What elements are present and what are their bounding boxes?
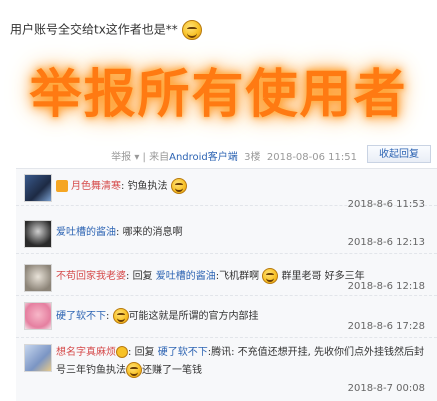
post-text: 用户账号全交给tx这作者也是** [10, 22, 178, 37]
avatar[interactable] [24, 174, 52, 202]
reply-text: :腾讯: 不充值还想开挂, 先收你们点外挂钱然后封 [207, 347, 425, 358]
reply-text: 还赚了一笔钱 [142, 365, 202, 376]
reply-username[interactable]: 硬了软不下 [56, 311, 106, 322]
reply-to-user[interactable]: 硬了软不下 [158, 347, 208, 358]
post-text-line: 用户账号全交给tx这作者也是** [10, 20, 202, 40]
reply-username[interactable]: 爱吐槽的酱油 [56, 227, 116, 238]
reply-text: 号三年钓鱼执法 [56, 365, 126, 376]
smiley-emoji-icon [170, 178, 187, 194]
smiley-emoji-icon [126, 362, 142, 378]
collapse-reply-button[interactable]: 收起回复 [367, 145, 431, 163]
post-meta-bar: 举报 ▾ | 来自Android客户端 3楼 2018-08-06 11:51 … [0, 144, 437, 164]
reply-time: 2018-8-6 12:18 [347, 281, 425, 292]
reply-item: 硬了软不下: 可能这就是所谓的官方内部挂 2018-8-6 17:28 [16, 297, 437, 338]
report-link[interactable]: 举报 [111, 152, 131, 163]
reply-prefix: 回复 [132, 271, 153, 282]
reply-to-user[interactable]: 爱吐槽的酱油 [156, 271, 216, 282]
reply-time: 2018-8-6 11:53 [347, 199, 425, 210]
avatar[interactable] [24, 220, 52, 248]
reply-time: 2018-8-6 12:13 [347, 237, 425, 248]
reply-text: :飞机群啊 [215, 271, 260, 282]
reply-username[interactable]: 不苟回家我老婆 [56, 271, 126, 282]
avatar[interactable] [24, 344, 52, 372]
post-datetime: 2018-08-06 11:51 [266, 152, 357, 163]
reply-item: 爱吐槽的酱油: 哪来的消息啊 2018-8-6 12:13 [16, 215, 437, 254]
from-label: 来自 [149, 152, 170, 163]
reply-item: 不苟回家我老婆: 回复 爱吐槽的酱油:飞机群啊 群里老哥 好多三年 2018-8… [16, 259, 437, 296]
reply-username[interactable]: 想名字真麻烦 [56, 347, 116, 358]
avatar[interactable] [24, 302, 52, 330]
reply-time: 2018-8-7 00:08 [347, 383, 425, 394]
reply-item: 想名字真麻烦: 回复 硬了软不下:腾讯: 不充值还想开挂, 先收你们点外挂钱然后… [16, 339, 437, 399]
smiley-emoji-icon [262, 268, 279, 284]
reply-prefix: 回复 [134, 347, 155, 358]
reply-text: 可能这就是所谓的官方内部挂 [128, 311, 259, 322]
smiley-emoji-icon [112, 308, 129, 324]
vip-badge-icon [56, 180, 68, 192]
smiley-emoji-icon [181, 20, 202, 40]
reply-text: 钓鱼执法 [127, 181, 168, 192]
chevron-down-icon: ▾ | [134, 152, 146, 163]
client-link[interactable]: Android客户端 [169, 152, 238, 163]
reply-time: 2018-8-6 17:28 [347, 321, 425, 332]
vip-badge-icon [116, 346, 128, 358]
avatar[interactable] [24, 264, 52, 292]
reply-thread: 月色舞清寒: 钓鱼执法 2018-8-6 11:53 爱吐槽的酱油: 哪来的消息… [16, 168, 437, 401]
reply-item: 月色舞清寒: 钓鱼执法 2018-8-6 11:53 [16, 169, 437, 210]
reply-username[interactable]: 月色舞清寒 [71, 181, 121, 192]
floor-number: 3楼 [244, 152, 261, 163]
post-big-title: 举报所有使用者 [29, 65, 408, 125]
reply-text: 哪来的消息啊 [122, 227, 183, 238]
